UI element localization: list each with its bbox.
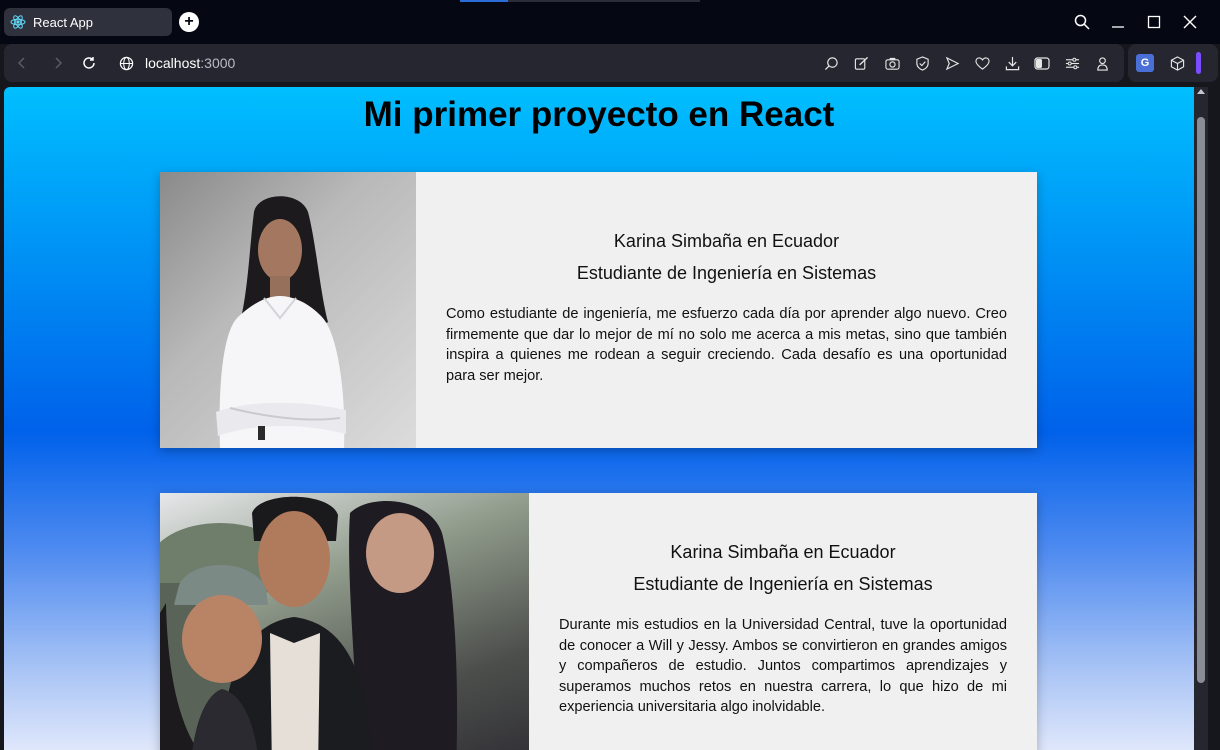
maximize-icon[interactable] (1142, 10, 1166, 34)
browser-tab[interactable]: React App (4, 8, 172, 36)
profile-name: Karina Simbaña en Ecuador (613, 231, 840, 251)
window-titlebar: React App + (0, 0, 1220, 44)
group-photo (160, 493, 529, 750)
minimize-icon[interactable] (1106, 10, 1130, 34)
profile-icon[interactable] (1093, 54, 1111, 72)
extensions-cube-icon[interactable] (1168, 54, 1186, 72)
send-icon[interactable] (943, 54, 961, 72)
camera-icon[interactable] (883, 54, 901, 72)
lens-search-icon[interactable] (822, 54, 840, 72)
translate-extension-icon[interactable]: G (1136, 54, 1154, 72)
scroll-thumb[interactable] (1197, 117, 1205, 683)
profile-role: Estudiante de Ingeniería en Sistemas (633, 574, 933, 594)
portrait-photo (160, 172, 416, 448)
reload-icon[interactable] (79, 53, 99, 73)
edit-icon[interactable] (852, 54, 870, 72)
tab-title: React App (33, 14, 93, 30)
search-tabs-icon[interactable] (1070, 10, 1094, 34)
page-title: Mi primer proyecto en React (363, 95, 835, 134)
loading-indicator (460, 0, 700, 2)
side-panel-indicator[interactable] (1196, 52, 1201, 74)
close-icon[interactable] (1178, 10, 1202, 34)
profile-description: Durante mis estudios en la Universidad C… (559, 617, 1007, 715)
sidebar-toggle-icon[interactable] (1033, 54, 1051, 72)
profile-card-body: Karina Simbaña en Ecuador Estudiante de … (416, 172, 1037, 448)
react-logo-icon (10, 14, 26, 30)
back-arrow-icon[interactable] (12, 53, 32, 73)
profile-name: Karina Simbaña en Ecuador (670, 542, 896, 562)
profile-description: Como estudiante de ingeniería, me esfuer… (446, 306, 1007, 384)
profile-card: Karina Simbaña en Ecuador Estudiante de … (160, 172, 1037, 448)
browser-toolbar: localhost:3000 (4, 44, 1124, 82)
extensions-bar: G (1128, 44, 1218, 82)
profile-role: Estudiante de Ingeniería en Sistemas (576, 263, 877, 283)
profile-card: Karina Simbaña en Ecuador Estudiante de … (160, 493, 1037, 750)
vertical-scrollbar[interactable] (1194, 87, 1208, 750)
easy-setup-icon[interactable] (1063, 54, 1081, 72)
profile-card-body: Karina Simbaña en Ecuador Estudiante de … (529, 493, 1037, 750)
globe-icon[interactable] (116, 53, 136, 73)
address-bar-url[interactable]: localhost:3000 (145, 55, 235, 71)
url-host: localhost (145, 55, 201, 71)
new-tab-button[interactable]: + (179, 12, 199, 32)
url-port: :3000 (200, 55, 236, 71)
shield-icon[interactable] (913, 54, 931, 72)
download-icon[interactable] (1003, 54, 1021, 72)
page-viewport: Mi primer proyecto en React Karina Simba… (4, 87, 1194, 750)
forward-arrow-icon[interactable] (48, 53, 68, 73)
scroll-up-arrow-icon[interactable] (1197, 89, 1205, 94)
heart-icon[interactable] (973, 54, 991, 72)
